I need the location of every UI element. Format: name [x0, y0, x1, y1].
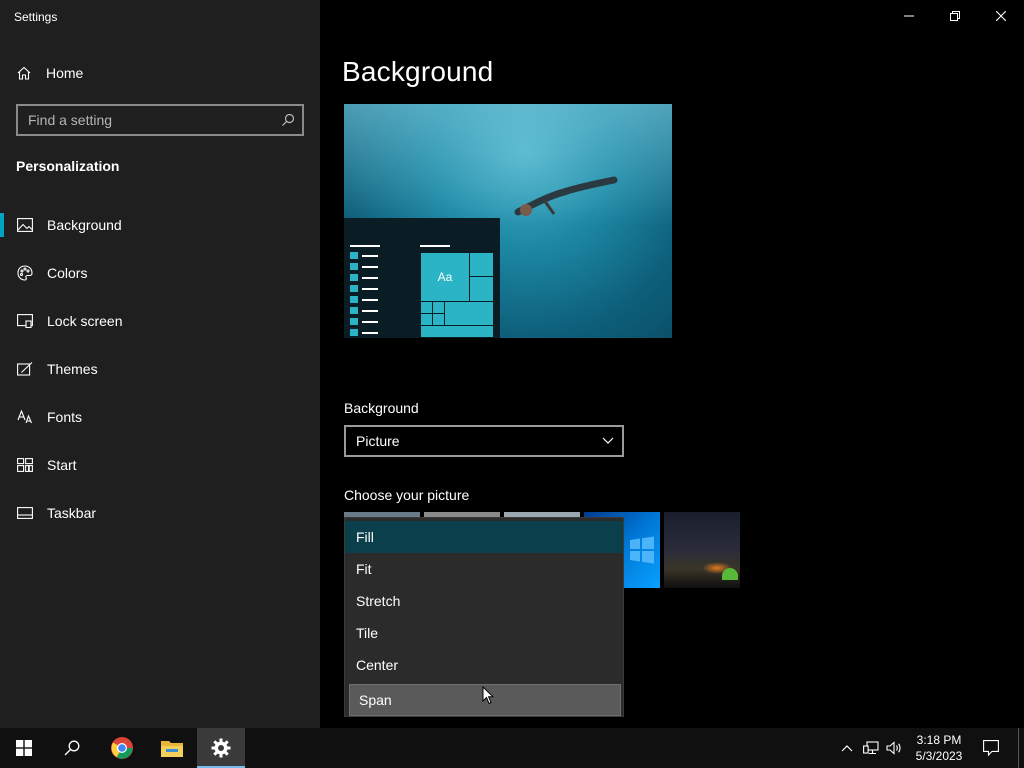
chrome-icon	[111, 737, 133, 759]
taskbar-clock[interactable]: 3:18 PM 5/3/2023	[906, 732, 972, 764]
brush-icon	[16, 360, 34, 378]
action-center-button[interactable]	[976, 728, 1006, 768]
start-menu-mock: Aa	[344, 218, 500, 338]
fit-option-center[interactable]: Center	[345, 649, 623, 681]
sidebar-item-start[interactable]: Start	[0, 441, 320, 489]
sidebar-item-label: Start	[47, 457, 77, 473]
home-label: Home	[46, 65, 84, 81]
network-icon	[863, 741, 879, 755]
show-hidden-icons-button[interactable]	[836, 728, 858, 768]
taskbar-icon	[16, 504, 34, 522]
sidebar-nav: Background Colors Lock screen Themes Fon…	[0, 201, 320, 537]
background-type-label: Background	[344, 400, 419, 416]
minimize-button[interactable]	[886, 0, 932, 32]
palette-icon	[16, 264, 34, 282]
mouse-cursor-icon	[482, 686, 494, 705]
swimmer-image	[514, 176, 618, 216]
sidebar: Settings Home Personalization Background	[0, 0, 320, 728]
chevron-up-icon	[841, 745, 853, 752]
lock-screen-icon	[16, 312, 34, 330]
sidebar-item-themes[interactable]: Themes	[0, 345, 320, 393]
background-type-value: Picture	[356, 433, 400, 449]
sidebar-item-fonts[interactable]: Fonts	[0, 393, 320, 441]
sidebar-item-label: Colors	[47, 265, 88, 281]
sidebar-item-label: Fonts	[47, 409, 83, 425]
volume-icon	[886, 741, 901, 755]
sidebar-item-label: Taskbar	[47, 505, 97, 521]
restore-icon	[950, 11, 960, 21]
network-button[interactable]	[860, 728, 882, 768]
background-type-select[interactable]: Picture	[344, 425, 624, 457]
picture-icon	[16, 216, 34, 234]
start-button[interactable]	[0, 728, 48, 768]
sidebar-item-label: Lock screen	[47, 313, 123, 329]
search-icon[interactable]	[274, 106, 302, 134]
fit-option-fill[interactable]: Fill	[345, 521, 623, 553]
home-icon	[17, 66, 31, 80]
section-title: Personalization	[16, 158, 120, 174]
chevron-down-icon	[602, 437, 614, 444]
notification-icon	[983, 740, 999, 756]
picture-thumbnail-night-sky[interactable]	[664, 512, 740, 588]
windows-logo-icon	[630, 536, 654, 564]
choose-picture-label: Choose your picture	[344, 487, 470, 503]
search-icon	[64, 740, 80, 756]
taskbar: 3:18 PM 5/3/2023	[0, 728, 1024, 768]
fit-option-fit[interactable]: Fit	[345, 553, 623, 585]
start-icon	[16, 740, 32, 756]
settings-taskbar-button[interactable]	[197, 728, 245, 768]
sidebar-item-label: Background	[47, 217, 122, 233]
taskbar-search-button[interactable]	[48, 728, 96, 768]
fit-option-tile[interactable]: Tile	[345, 617, 623, 649]
restore-button[interactable]	[932, 0, 978, 32]
minimize-icon	[904, 15, 914, 17]
sidebar-item-taskbar[interactable]: Taskbar	[0, 489, 320, 537]
show-desktop-button[interactable]	[1018, 728, 1024, 768]
clock-time: 3:18 PM	[916, 733, 962, 747]
clock-date: 5/3/2023	[915, 749, 963, 763]
close-icon	[996, 11, 1006, 21]
file-explorer-icon	[161, 741, 183, 757]
close-button[interactable]	[978, 0, 1024, 32]
sidebar-item-label: Themes	[47, 361, 98, 377]
search-box[interactable]	[16, 104, 304, 136]
preview-tile-text: Aa	[420, 252, 470, 302]
start-icon	[16, 456, 34, 474]
sidebar-item-colors[interactable]: Colors	[0, 249, 320, 297]
home-link[interactable]: Home	[16, 62, 83, 84]
app-title: Settings	[14, 10, 58, 24]
sidebar-item-background[interactable]: Background	[0, 201, 320, 249]
page-title: Background	[342, 56, 494, 87]
file-explorer-button[interactable]	[148, 728, 196, 768]
font-icon	[16, 408, 34, 426]
volume-button[interactable]	[883, 728, 905, 768]
sidebar-item-lock-screen[interactable]: Lock screen	[0, 297, 320, 345]
chrome-button[interactable]	[98, 728, 146, 768]
background-preview: Aa	[344, 104, 672, 338]
fit-option-stretch[interactable]: Stretch	[345, 585, 623, 617]
settings-icon	[211, 738, 231, 758]
search-input[interactable]	[18, 106, 274, 134]
